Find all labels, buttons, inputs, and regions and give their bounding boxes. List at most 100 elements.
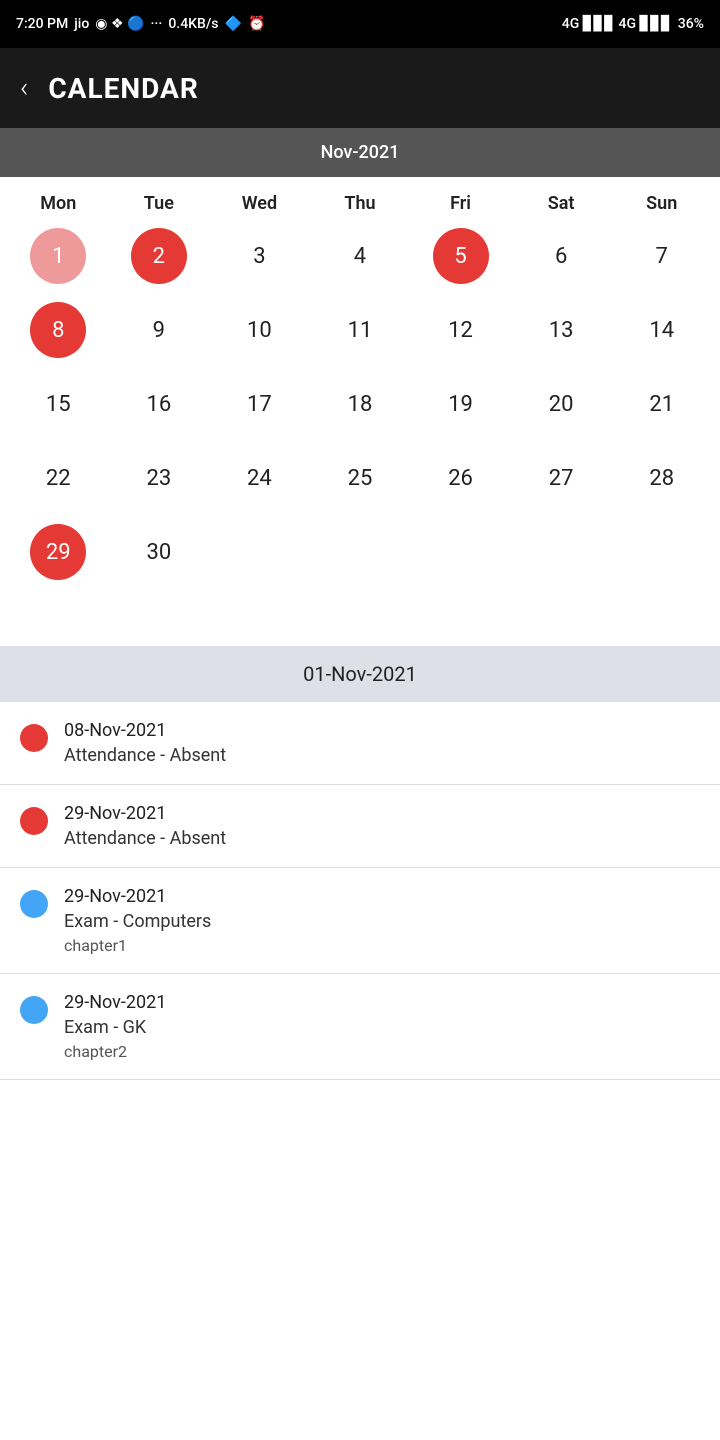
day-number-30: 30 (131, 524, 187, 580)
day-name-fri: Fri (410, 193, 511, 214)
day-cell-27[interactable]: 27 (511, 444, 612, 512)
day-cell-10[interactable]: 10 (209, 296, 310, 364)
month-header: Nov-2021 (0, 128, 720, 177)
event-item-2[interactable]: 29-Nov-2021Exam - Computerschapter1 (0, 868, 720, 974)
day-cell-25[interactable]: 25 (310, 444, 411, 512)
day-number-13: 13 (533, 302, 589, 358)
day-cell-13[interactable]: 13 (511, 296, 612, 364)
events-header-label: 01-Nov-2021 (303, 662, 417, 686)
event-dot-1 (20, 807, 48, 835)
event-sub-2: chapter1 (64, 936, 211, 955)
signal-bars: 4G ▊▊▊ 4G ▊▊▊ (562, 16, 672, 32)
day-name-tue: Tue (109, 193, 210, 214)
event-date-0: 08-Nov-2021 (64, 720, 226, 741)
day-cell-20[interactable]: 20 (511, 370, 612, 438)
event-dot-3 (20, 996, 48, 1024)
day-name-mon: Mon (8, 193, 109, 214)
day-cell-18[interactable]: 18 (310, 370, 411, 438)
day-cell-2[interactable]: 2 (109, 222, 210, 290)
day-number-15: 15 (30, 376, 86, 432)
day-cell-5[interactable]: 5 (410, 222, 511, 290)
signal-icons: ◉ ❖ 🔵 (95, 16, 144, 32)
dots-icon: ··· (150, 16, 162, 32)
day-cell-16[interactable]: 16 (109, 370, 210, 438)
day-names-row: Mon Tue Wed Thu Fri Sat Sun (8, 177, 712, 222)
day-cell-1[interactable]: 1 (8, 222, 109, 290)
day-cell-12[interactable]: 12 (410, 296, 511, 364)
day-cell-7[interactable]: 7 (611, 222, 712, 290)
event-date-3: 29-Nov-2021 (64, 992, 166, 1013)
event-content-2: 29-Nov-2021Exam - Computerschapter1 (64, 886, 211, 955)
day-name-sun: Sun (611, 193, 712, 214)
day-cell-15[interactable]: 15 (8, 370, 109, 438)
day-number-11: 11 (332, 302, 388, 358)
back-button[interactable]: ‹ (20, 74, 28, 102)
day-number-4: 4 (332, 228, 388, 284)
events-section: 01-Nov-2021 08-Nov-2021 Attendance - Abse… (0, 646, 720, 1080)
month-label: Nov-2021 (321, 142, 400, 163)
event-content-1: 29-Nov-2021 Attendance - Absent (64, 803, 226, 849)
day-cell-6[interactable]: 6 (511, 222, 612, 290)
day-number-22: 22 (30, 450, 86, 506)
day-cell-4[interactable]: 4 (310, 222, 411, 290)
day-number-2: 2 (131, 228, 187, 284)
event-date-1: 29-Nov-2021 (64, 803, 226, 824)
event-item-3[interactable]: 29-Nov-2021 Exam - GK chapter2 (0, 974, 720, 1080)
day-cell-19[interactable]: 19 (410, 370, 511, 438)
day-cell-21[interactable]: 21 (611, 370, 712, 438)
app-header: ‹ CALENDAR (0, 48, 720, 128)
status-bar: 7:20 PM jio ◉ ❖ 🔵 ··· 0.4KB/s 🔷 ⏰ 4G ▊▊▊… (0, 0, 720, 48)
day-number-20: 20 (533, 376, 589, 432)
day-number-25: 25 (332, 450, 388, 506)
day-cell-9[interactable]: 9 (109, 296, 210, 364)
day-number-29: 29 (30, 524, 86, 580)
day-number-26: 26 (433, 450, 489, 506)
event-title-1: Attendance - Absent (64, 828, 226, 849)
day-cell-14[interactable]: 14 (611, 296, 712, 364)
day-number-1: 1 (30, 228, 86, 284)
alarm-icon: ⏰ (248, 16, 265, 32)
event-dot-2 (20, 890, 48, 918)
day-cell-11[interactable]: 11 (310, 296, 411, 364)
calendar-grid: Mon Tue Wed Thu Fri Sat Sun 123456789101… (0, 177, 720, 606)
day-number-24: 24 (231, 450, 287, 506)
day-name-wed: Wed (209, 193, 310, 214)
day-cell-17[interactable]: 17 (209, 370, 310, 438)
day-cell-3[interactable]: 3 (209, 222, 310, 290)
event-content-3: 29-Nov-2021 Exam - GK chapter2 (64, 992, 166, 1061)
event-title-0: Attendance - Absent (64, 745, 226, 766)
day-cell-22[interactable]: 22 (8, 444, 109, 512)
network-speed: 0.4KB/s (168, 16, 218, 32)
carrier-icon: jio (74, 16, 89, 32)
day-number-8: 8 (30, 302, 86, 358)
day-cell-23[interactable]: 23 (109, 444, 210, 512)
event-title-3: Exam - GK (64, 1017, 166, 1038)
day-cell-28[interactable]: 28 (611, 444, 712, 512)
day-number-6: 6 (533, 228, 589, 284)
day-number-28: 28 (634, 450, 690, 506)
battery: 36% (678, 16, 704, 32)
day-cell-29[interactable]: 29 (8, 518, 109, 586)
event-item-1[interactable]: 29-Nov-2021 Attendance - Absent (0, 785, 720, 868)
day-cell-30[interactable]: 30 (109, 518, 210, 586)
event-dot-0 (20, 724, 48, 752)
day-number-21: 21 (634, 376, 690, 432)
events-list: 08-Nov-2021Attendance - Absent29-Nov-202… (0, 702, 720, 1080)
day-name-sat: Sat (511, 193, 612, 214)
day-number-12: 12 (433, 302, 489, 358)
event-sub-3: chapter2 (64, 1042, 166, 1061)
day-cell-8[interactable]: 8 (8, 296, 109, 364)
events-header-date: 01-Nov-2021 (0, 646, 720, 702)
day-cell-26[interactable]: 26 (410, 444, 511, 512)
status-right: 4G ▊▊▊ 4G ▊▊▊ 36% (562, 16, 704, 32)
event-content-0: 08-Nov-2021 Attendance - Absent (64, 720, 226, 766)
day-number-19: 19 (433, 376, 489, 432)
day-number-14: 14 (634, 302, 690, 358)
day-number-18: 18 (332, 376, 388, 432)
spacer (0, 606, 720, 626)
day-cell-24[interactable]: 24 (209, 444, 310, 512)
status-left: 7:20 PM jio ◉ ❖ 🔵 ··· 0.4KB/s 🔷 ⏰ (16, 16, 265, 32)
day-number-23: 23 (131, 450, 187, 506)
event-item-0[interactable]: 08-Nov-2021 Attendance - Absent (0, 702, 720, 785)
day-number-10: 10 (231, 302, 287, 358)
